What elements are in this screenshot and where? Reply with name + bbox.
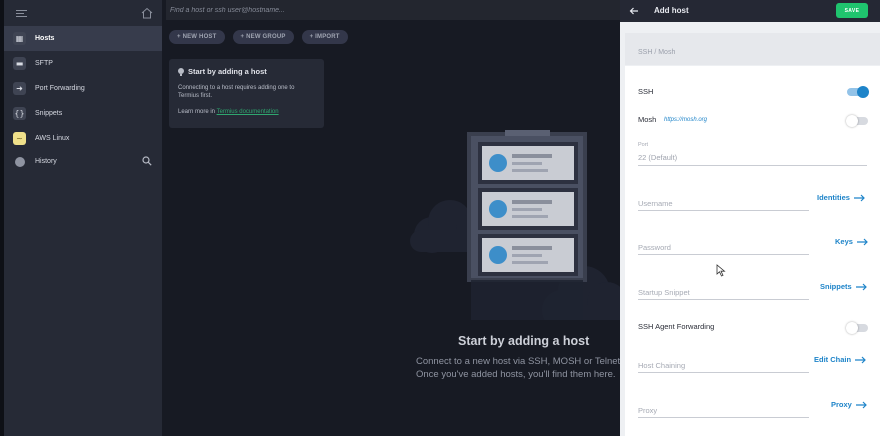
- tip-learn-more: Learn more in Termius documentation: [178, 109, 315, 115]
- onboarding-tip: Start by adding a host Connecting to a h…: [169, 59, 324, 128]
- host-actions: + NEW HOST + NEW GROUP + IMPORT: [169, 30, 348, 44]
- ssh-settings-card: SSH Mosh https://mosh.org Port 22 (Defau…: [625, 66, 880, 436]
- sidebar-item-label: History: [35, 158, 57, 165]
- username-field[interactable]: Username: [638, 199, 673, 208]
- port-underline: [638, 165, 867, 166]
- mosh-link[interactable]: https://mosh.org: [664, 117, 707, 123]
- arrow-right-icon: [855, 356, 866, 363]
- panel-title: Add host: [654, 6, 689, 15]
- agent-forwarding-toggle[interactable]: [846, 322, 868, 334]
- sidebar-item-label: Port Forwarding: [35, 85, 85, 92]
- edit-chain-link-label: Edit Chain: [814, 355, 852, 364]
- arrow-right-icon: [853, 194, 865, 201]
- sidebar-item-label: Hosts: [35, 35, 55, 42]
- new-host-button[interactable]: + NEW HOST: [169, 30, 225, 44]
- section-header: SSH / Mosh: [625, 33, 880, 65]
- mosh-label: Mosh: [638, 115, 657, 124]
- sidebar-item-hosts[interactable]: ▦ Hosts: [4, 26, 162, 51]
- folder-icon: ▬: [13, 57, 26, 70]
- new-group-button[interactable]: + NEW GROUP: [232, 30, 294, 44]
- sidebar-item-port-forwarding[interactable]: ➜ Port Forwarding: [4, 76, 162, 101]
- proxy-link[interactable]: Proxy: [831, 400, 867, 409]
- arrow-right-icon: [855, 283, 867, 290]
- home-icon[interactable]: [141, 7, 153, 19]
- add-host-panel: Add host SAVE SSH / Mosh SSH Mosh https:…: [620, 0, 880, 436]
- ssh-label: SSH: [638, 87, 654, 96]
- snippets-link[interactable]: Snippets: [820, 282, 867, 291]
- sidebar: ▦ Hosts ▬ SFTP ➜ Port Forwarding {} Snip…: [0, 0, 162, 436]
- keys-link[interactable]: Keys: [835, 237, 868, 246]
- termius-window: ▦ Hosts ▬ SFTP ➜ Port Forwarding {} Snip…: [0, 0, 880, 436]
- empty-state-description: Connect to a new host via SSH, MOSH or T…: [416, 355, 626, 381]
- identities-link-label: Identities: [817, 193, 850, 202]
- sidebar-item-sftp[interactable]: ▬ SFTP: [4, 51, 162, 76]
- braces-icon: {}: [13, 107, 26, 120]
- hamburger-menu-icon[interactable]: [16, 10, 27, 17]
- proxy-link-label: Proxy: [831, 400, 852, 409]
- password-underline: [638, 254, 809, 255]
- identities-link[interactable]: Identities: [817, 193, 865, 202]
- ssh-toggle[interactable]: [847, 86, 869, 98]
- toggle-knob: [846, 322, 858, 334]
- sidebar-item-label: AWS Linux: [35, 135, 70, 142]
- sidebar-item-label: Snippets: [35, 110, 63, 117]
- sidebar-item-aws-linux[interactable]: ~ AWS Linux: [4, 126, 162, 151]
- panel-body: SSH / Mosh SSH Mosh https://mosh.org Por…: [620, 22, 880, 436]
- hosts-view: + NEW HOST + NEW GROUP + IMPORT Start by…: [162, 0, 632, 436]
- host-chaining-field[interactable]: Host Chaining: [638, 361, 685, 370]
- host-chaining-underline: [638, 372, 809, 373]
- server-rack-illustration: [410, 130, 632, 320]
- mosh-toggle[interactable]: [846, 115, 868, 127]
- back-arrow-icon[interactable]: [629, 6, 639, 16]
- sidebar-item-label: SFTP: [35, 60, 53, 67]
- tip-title-row: Start by adding a host: [178, 67, 315, 76]
- proxy-field[interactable]: Proxy: [638, 406, 657, 415]
- tip-title: Start by adding a host: [188, 67, 267, 76]
- aws-icon: ~: [13, 132, 26, 145]
- arrow-right-icon: [856, 238, 868, 245]
- empty-state-line-1: Connect to a new host via SSH, MOSH or T…: [416, 356, 623, 367]
- startup-snippet-field[interactable]: Startup Snippet: [638, 288, 690, 297]
- proxy-underline: [638, 417, 809, 418]
- startup-snippet-underline: [638, 299, 809, 300]
- history-icon: [13, 155, 26, 168]
- forward-icon: ➜: [13, 82, 26, 95]
- toggle-knob: [857, 86, 869, 98]
- toggle-knob: [846, 115, 858, 127]
- empty-state-line-2: Once you've added hosts, you'll find the…: [416, 369, 616, 380]
- documentation-link[interactable]: Termius documentation: [217, 109, 279, 115]
- sidebar-header: [4, 0, 162, 26]
- save-button[interactable]: SAVE: [836, 3, 868, 18]
- port-value[interactable]: 22 (Default): [638, 153, 677, 162]
- mouse-cursor-icon: [716, 264, 726, 277]
- sidebar-item-snippets[interactable]: {} Snippets: [4, 101, 162, 126]
- agent-forwarding-label: SSH Agent Forwarding: [638, 322, 715, 331]
- snippets-link-label: Snippets: [820, 282, 852, 291]
- tip-learn-more-prefix: Learn more in: [178, 109, 217, 115]
- lightbulb-icon: [178, 67, 184, 76]
- import-button[interactable]: + IMPORT: [301, 30, 348, 44]
- keys-link-label: Keys: [835, 237, 853, 246]
- password-field[interactable]: Password: [638, 243, 671, 252]
- username-underline: [638, 210, 809, 211]
- host-search-input[interactable]: [170, 3, 610, 17]
- search-icon[interactable]: [142, 156, 152, 166]
- sidebar-item-history[interactable]: History: [4, 149, 162, 174]
- panel-header: Add host SAVE: [620, 0, 880, 22]
- search-bar: [166, 0, 624, 20]
- edit-chain-link[interactable]: Edit Chain: [814, 355, 866, 364]
- hosts-icon: ▦: [13, 32, 26, 45]
- port-caption: Port: [638, 142, 649, 148]
- arrow-right-icon: [855, 401, 867, 408]
- empty-state-title: Start by adding a host: [458, 334, 590, 348]
- tip-body: Connecting to a host requires adding one…: [178, 85, 295, 99]
